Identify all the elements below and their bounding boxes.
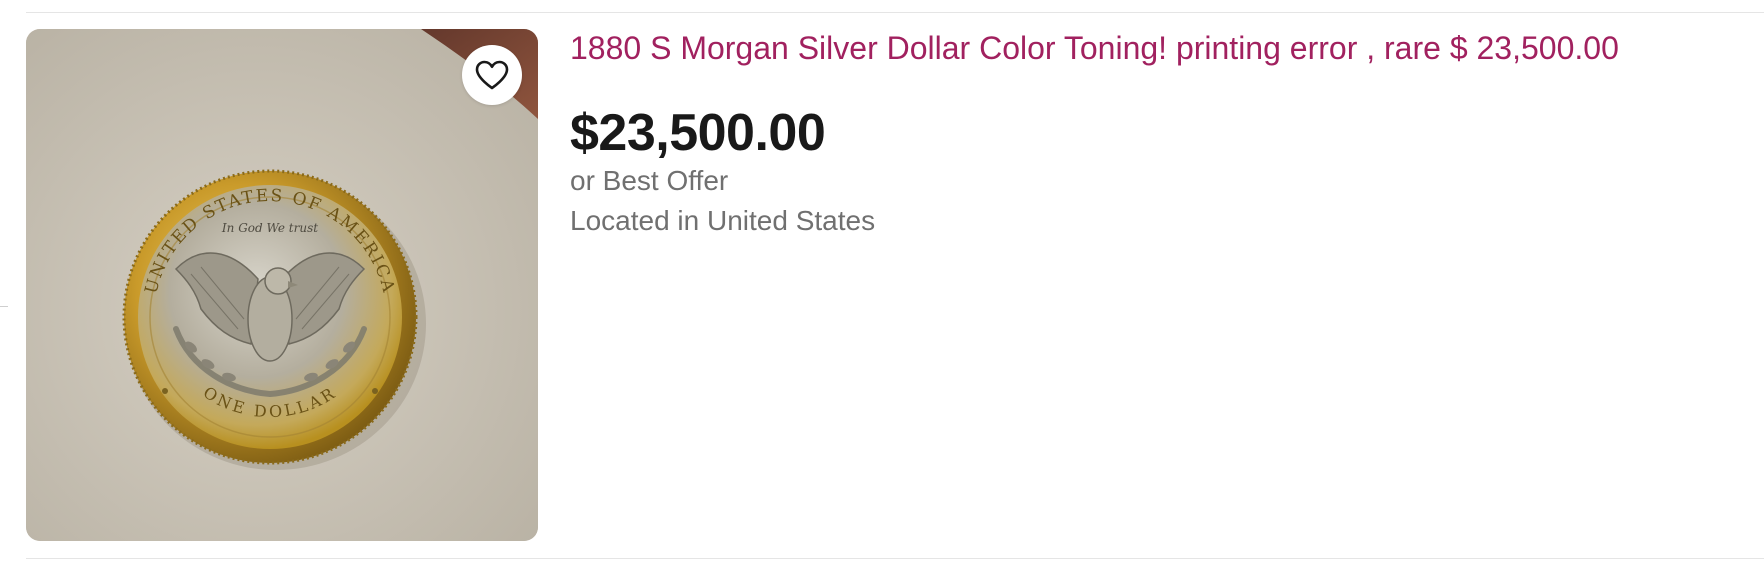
- listing-image[interactable]: In God We trust UNITED STATES OF AMERICA…: [26, 29, 538, 541]
- coin-photo: In God We trust UNITED STATES OF AMERICA…: [26, 29, 538, 541]
- bottom-divider: [26, 558, 1764, 559]
- heart-outline-icon: [475, 60, 509, 90]
- listing-price: $23,500.00: [570, 104, 826, 162]
- watch-button[interactable]: [462, 45, 522, 105]
- svg-text:In God We trust: In God We trust: [221, 221, 318, 235]
- item-location: Located in United States: [570, 205, 876, 236]
- listing-card: In God We trust UNITED STATES OF AMERICA…: [26, 29, 1764, 541]
- edge-tick: [0, 306, 8, 307]
- best-offer-label: or Best Offer: [570, 165, 729, 196]
- top-divider: [26, 12, 1764, 13]
- listing-title-link[interactable]: 1880 S Morgan Silver Dollar Color Toning…: [570, 29, 1744, 67]
- listing-details: 1880 S Morgan Silver Dollar Color Toning…: [570, 29, 1744, 241]
